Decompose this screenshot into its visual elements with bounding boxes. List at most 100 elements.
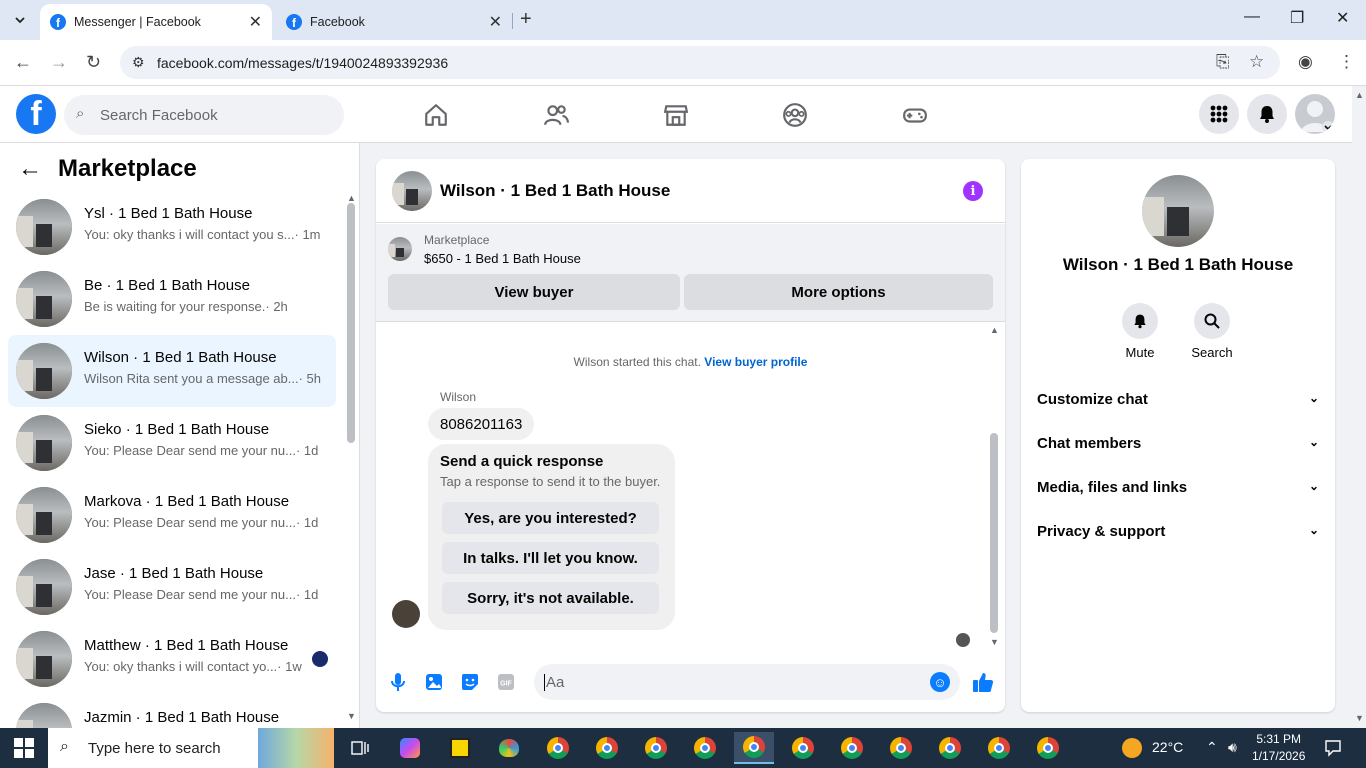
gif-icon[interactable]: GIF <box>496 672 516 692</box>
friends-icon[interactable] <box>541 100 571 130</box>
thumbs-up-icon[interactable] <box>972 671 994 699</box>
chrome-profile-icon[interactable] <box>636 732 676 764</box>
conversation-item[interactable]: Jase · 1 Bed 1 Bath House You: Please De… <box>8 551 336 623</box>
customize-chat-section[interactable]: Customize chat ⌄ <box>1037 391 1319 408</box>
chevron-up-icon[interactable]: ⌃ <box>1206 739 1218 756</box>
scroll-up-icon[interactable]: ▲ <box>347 193 356 203</box>
chat-avatar[interactable] <box>392 171 432 211</box>
chat-title[interactable]: Wilson · 1 Bed 1 Bath House <box>440 181 670 201</box>
url-field[interactable]: ⚙ facebook.com/messages/t/19400248933929… <box>120 46 1280 79</box>
conversation-item[interactable]: Sieko · 1 Bed 1 Bath House You: Please D… <box>8 407 336 479</box>
notifications-center-icon[interactable] <box>1324 739 1342 760</box>
task-view-icon[interactable] <box>340 732 380 764</box>
chevron-down-icon: ⌄ <box>1308 435 1319 449</box>
clock-date: 1/17/2026 <box>1252 749 1306 763</box>
media-files-links-section[interactable]: Media, files and links ⌄ <box>1037 479 1319 496</box>
quick-reply-button[interactable]: In talks. I'll let you know. <box>442 542 659 574</box>
weather-temperature[interactable]: 22°C <box>1152 739 1183 755</box>
conversation-item-active[interactable]: Wilson · 1 Bed 1 Bath House Wilson Rita … <box>8 335 336 407</box>
page-scroll-up-icon[interactable]: ▲ <box>1355 90 1364 100</box>
chrome-profile-icon[interactable] <box>832 732 872 764</box>
browser-tab-bar: f Messenger | Facebook ✕ f Facebook ✕ + … <box>0 0 1366 40</box>
chat-members-section[interactable]: Chat members ⌄ <box>1037 435 1319 452</box>
conversation-item[interactable]: Matthew · 1 Bed 1 Bath House You: oky th… <box>8 623 336 695</box>
install-app-icon[interactable]: ⎘ <box>1216 52 1230 72</box>
taskbar-search-input[interactable]: ⌕ Type here to search <box>48 728 334 768</box>
close-tab-icon[interactable]: ✕ <box>489 12 502 32</box>
bookmark-star-icon[interactable]: ☆ <box>1249 52 1264 72</box>
chrome-profile-icon[interactable] <box>930 732 970 764</box>
weather-sun-icon[interactable] <box>1122 738 1142 758</box>
profile-icon[interactable]: ◉ <box>1298 52 1313 72</box>
kebab-menu-icon[interactable]: ⋮ <box>1338 52 1355 72</box>
conversation-item[interactable]: Be · 1 Bed 1 Bath House Be is waiting fo… <box>8 263 336 335</box>
tab-search-dropdown[interactable] <box>8 8 32 32</box>
chrome-profile-icon[interactable] <box>783 732 823 764</box>
chrome-profile-icon[interactable] <box>979 732 1019 764</box>
sticky-notes-icon[interactable] <box>440 732 480 764</box>
conversation-item[interactable]: Markova · 1 Bed 1 Bath House You: Please… <box>8 479 336 551</box>
sticker-icon[interactable] <box>460 672 480 692</box>
clock[interactable]: 5:31 PM 1/17/2026 <box>1252 731 1305 765</box>
back-icon[interactable]: ← <box>14 52 32 73</box>
info-icon[interactable]: i <box>963 181 983 201</box>
search-chat-button[interactable]: Search <box>1182 303 1242 360</box>
chrome-profile-icon[interactable] <box>587 732 627 764</box>
tab-facebook[interactable]: f Facebook ✕ <box>276 4 512 40</box>
view-buyer-button[interactable]: View buyer <box>388 274 680 310</box>
chrome-profile-icon-active[interactable] <box>734 732 774 764</box>
facebook-logo-icon[interactable]: f <box>16 94 56 134</box>
panel-header: ← Marketplace <box>18 155 197 183</box>
conversation-item[interactable]: Jazmin · 1 Bed 1 Bath House <box>8 695 336 728</box>
sender-avatar[interactable] <box>392 600 420 628</box>
more-options-button[interactable]: More options <box>684 274 993 310</box>
menu-grid-icon[interactable] <box>1199 94 1239 134</box>
volume-icon[interactable]: 🔊︎ <box>1228 739 1237 756</box>
new-tab-icon[interactable]: + <box>520 8 532 31</box>
scrollbar-thumb[interactable] <box>347 203 355 443</box>
microphone-icon[interactable] <box>388 672 408 692</box>
message-input[interactable]: Aa ☺ <box>534 664 960 700</box>
home-icon[interactable] <box>421 100 451 130</box>
preview-text: You: oky thanks i will contact yo... <box>84 659 278 674</box>
copilot-icon[interactable] <box>390 732 430 764</box>
scroll-down-icon[interactable]: ▼ <box>347 711 356 721</box>
windows-start-icon[interactable] <box>14 738 34 758</box>
reload-icon[interactable]: ↻ <box>86 52 101 73</box>
scroll-down-icon[interactable]: ▼ <box>990 637 999 647</box>
close-tab-icon[interactable]: ✕ <box>249 12 262 32</box>
quick-reply-button[interactable]: Sorry, it's not available. <box>442 582 659 614</box>
chrome-profile-icon[interactable] <box>538 732 578 764</box>
search-input[interactable]: ⌕ Search Facebook <box>64 95 344 135</box>
restore-icon[interactable]: ❐ <box>1290 8 1304 28</box>
account-avatar[interactable] <box>1295 94 1335 134</box>
forward-icon[interactable]: → <box>50 52 68 73</box>
chrome-profile-icon[interactable] <box>1028 732 1068 764</box>
tab-messenger[interactable]: f Messenger | Facebook ✕ <box>40 4 272 40</box>
notifications-bell-icon[interactable] <box>1247 94 1287 134</box>
emoji-icon[interactable]: ☺ <box>930 672 950 692</box>
quick-reply-button[interactable]: Yes, are you interested? <box>442 502 659 534</box>
chrome-profile-icon[interactable] <box>881 732 921 764</box>
scroll-up-icon[interactable]: ▲ <box>990 325 999 335</box>
groups-icon[interactable] <box>780 100 810 130</box>
view-buyer-profile-link[interactable]: View buyer profile <box>704 355 807 369</box>
close-window-icon[interactable]: ✕ <box>1336 8 1349 28</box>
gaming-icon[interactable] <box>900 100 930 130</box>
privacy-support-section[interactable]: Privacy & support ⌄ <box>1037 523 1319 540</box>
site-info-icon[interactable]: ⚙ <box>132 54 145 71</box>
preview-time: · 5h <box>298 371 322 386</box>
back-arrow-icon[interactable]: ← <box>18 155 42 183</box>
listing-price-title[interactable]: $650 - 1 Bed 1 Bath House <box>424 251 581 266</box>
scrollbar-thumb[interactable] <box>990 433 998 633</box>
chrome-profile-icon[interactable] <box>685 732 725 764</box>
minimize-icon[interactable]: — <box>1244 8 1260 26</box>
conversation-item[interactable]: Ysl · 1 Bed 1 Bath House You: oky thanks… <box>8 191 336 263</box>
paint-app-icon[interactable] <box>489 732 529 764</box>
page-scroll-down-icon[interactable]: ▼ <box>1355 713 1364 723</box>
conversation-preview: You: Please Dear send me your nu...· 1d <box>84 515 318 530</box>
marketplace-icon[interactable] <box>661 100 691 130</box>
photo-icon[interactable] <box>424 672 444 692</box>
mute-button[interactable]: Mute <box>1110 303 1170 360</box>
message-bubble[interactable]: 8086201163 <box>428 408 535 440</box>
